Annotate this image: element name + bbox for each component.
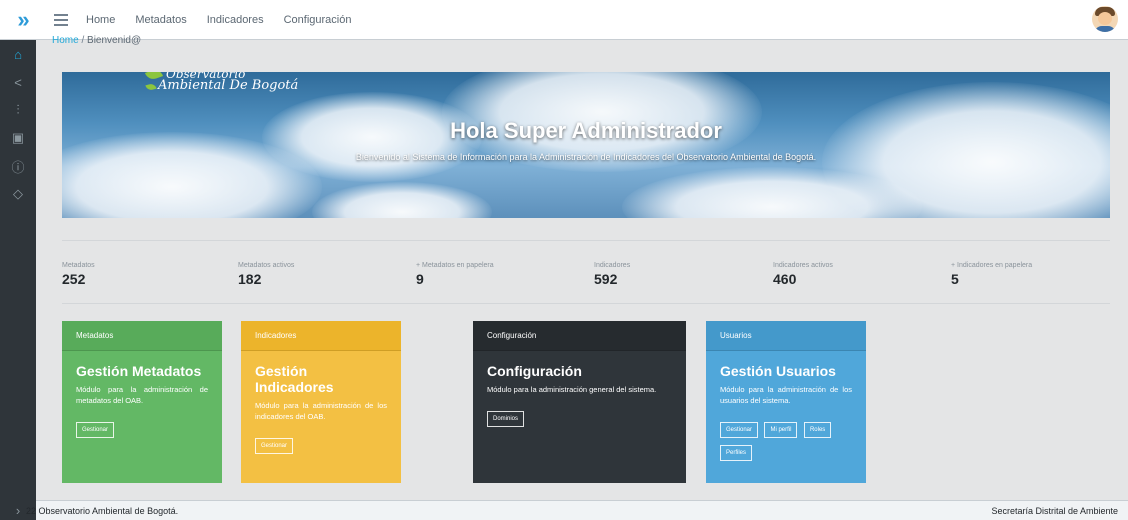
card-description: Módulo para la administración general de… [487, 385, 657, 394]
avatar-face [1098, 12, 1112, 25]
tag-icon[interactable]: ◇ [0, 180, 36, 208]
footer: › 22 Observatorio Ambiental de Bogotá. S… [0, 500, 1128, 520]
card-header: Indicadores [241, 321, 401, 351]
welcome-subtitle: Bienvenido al Sistema de Información par… [355, 152, 817, 162]
stat-indicadores-activos: Indicadores activos 460 [773, 262, 833, 287]
gestionar-metadatos-button[interactable]: Gestionar [76, 422, 115, 438]
stats-bottom-divider [62, 303, 1110, 304]
card-title: Configuración [487, 363, 582, 379]
double-chevron-right-icon[interactable]: » [0, 0, 44, 40]
stat-label: Metadatos [62, 262, 95, 269]
card-header: Configuración [473, 321, 686, 351]
card-metadatos: Metadatos Gestión Metadatos Módulo para … [62, 321, 222, 483]
share-icon[interactable]: < [0, 68, 36, 96]
stat-value: 5 [951, 271, 959, 287]
sliders-icon[interactable]: ⫶ [0, 96, 36, 124]
nav-configuracion[interactable]: Configuración [284, 14, 352, 26]
perfiles-button[interactable]: Perfiles [720, 445, 753, 461]
avatar-shirt [1094, 26, 1116, 32]
card-indicadores: Indicadores Gestión Indicadores Módulo p… [241, 321, 401, 483]
footer-credit: Secretaría Distrital de Ambiente [991, 506, 1118, 516]
info-icon[interactable]: ⓘ [0, 152, 36, 180]
welcome-banner: Observatorio Ambiental De Bogotá Hola Su… [62, 72, 1110, 218]
clipboard-icon[interactable]: ▣ [0, 124, 36, 152]
user-avatar[interactable] [1092, 6, 1118, 32]
breadcrumb: Home / Bienvenid@ [52, 35, 141, 47]
logo-line-2: Ambiental De Bogotá [158, 78, 299, 93]
gestionar-usuarios-button[interactable]: Gestionar [720, 422, 759, 438]
footer-copyright: 22 Observatorio Ambiental de Bogotá. [26, 506, 179, 516]
stat-metadatos-activos: Metadatos activos 182 [238, 262, 294, 287]
card-configuracion: Configuración Configuración Módulo para … [473, 321, 686, 483]
card-title: Gestión Metadatos [76, 363, 202, 379]
card-description: Módulo para la administración de los usu… [720, 385, 852, 405]
stat-metadatos-papelera[interactable]: + Metadatos en papelera 9 [416, 262, 494, 287]
stat-metadatos: Metadatos 252 [62, 262, 95, 287]
top-header: » Home Metadatos Indicadores Configuraci… [0, 0, 1128, 40]
card-usuarios: Usuarios Gestión Usuarios Módulo para la… [706, 321, 866, 483]
card-description: Módulo para la administración de los ind… [255, 401, 387, 421]
observatorio-logo: Observatorio Ambiental De Bogotá [144, 72, 299, 93]
stat-label: Indicadores activos [773, 262, 833, 269]
stat-label: Indicadores [594, 262, 631, 269]
stat-value: 592 [594, 271, 618, 287]
nav-indicadores[interactable]: Indicadores [207, 14, 264, 26]
card-header: Metadatos [62, 321, 222, 351]
stat-value: 182 [238, 271, 262, 287]
roles-button[interactable]: Roles [803, 422, 832, 438]
stat-value: 9 [416, 271, 424, 287]
sidebar: ⌂ < ⫶ ▣ ⓘ ◇ [0, 40, 36, 500]
card-header: Usuarios [706, 321, 866, 351]
card-title: Gestión Indicadores [255, 363, 334, 395]
breadcrumb-separator: / [81, 35, 85, 46]
card-title: Gestión Usuarios [720, 363, 836, 379]
stat-label: + Indicadores en papelera [951, 262, 1033, 269]
stat-label: + Metadatos en papelera [416, 262, 494, 269]
stat-value: 252 [62, 271, 86, 287]
stat-indicadores: Indicadores 592 [594, 262, 630, 287]
breadcrumb-home[interactable]: Home [52, 35, 79, 46]
stat-value: 460 [773, 271, 797, 287]
nav-home[interactable]: Home [86, 14, 115, 26]
hamburger-menu-icon[interactable] [54, 11, 68, 29]
nav-metadatos[interactable]: Metadatos [135, 14, 186, 26]
home-icon[interactable]: ⌂ [0, 40, 36, 68]
card-description: Módulo para la administración de metadat… [76, 385, 208, 405]
breadcrumb-current: Bienvenid@ [87, 35, 142, 46]
stat-label: Metadatos activos [238, 262, 295, 269]
gestionar-indicadores-button[interactable]: Gestionar [255, 438, 294, 454]
stat-indicadores-papelera[interactable]: + Indicadores en papelera 5 [951, 262, 1032, 287]
welcome-title: Hola Super Administrador [450, 118, 722, 143]
stats-top-divider [62, 240, 1110, 241]
mi-perfil-button[interactable]: Mi perfil [764, 422, 798, 438]
dominios-button[interactable]: Dominios [487, 411, 525, 427]
